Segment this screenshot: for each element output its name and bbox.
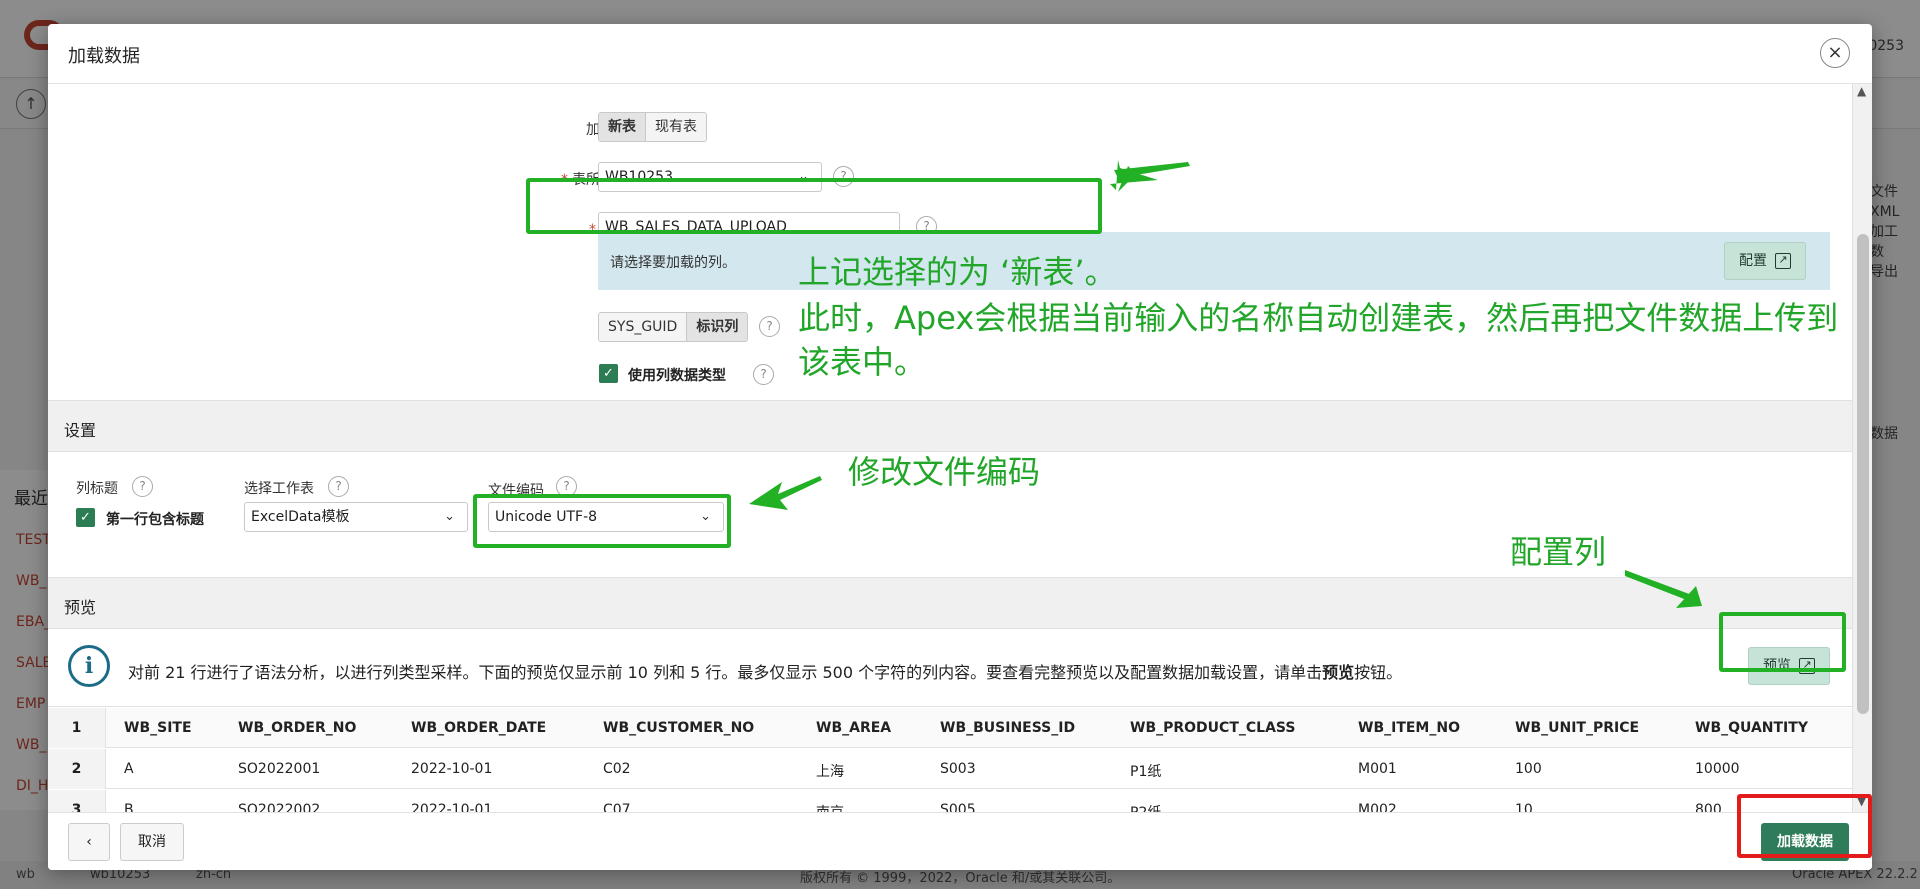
info-icon: i xyxy=(68,645,110,687)
annotation-encoding: 修改文件编码 xyxy=(848,453,1041,491)
configure-button[interactable]: 配置 ↗ xyxy=(1724,242,1806,280)
row-number: 2 xyxy=(48,749,106,789)
external-link-icon: ↗ xyxy=(1775,253,1791,269)
columns-info-bar: 请选择要加载的列。 配置 ↗ xyxy=(598,232,1830,290)
table-header-row: 1 WB_SITE WB_ORDER_NO WB_ORDER_DATE WB_CUSTO… xyxy=(48,708,1852,748)
row-number: 1 xyxy=(48,708,106,748)
use-column-types-checkbox[interactable]: ✓ xyxy=(599,364,618,383)
settings-section-header: 设置 xyxy=(48,400,1852,452)
table-cell: M002 xyxy=(1358,802,1397,812)
table-header-cell: WB_CUSTOMER_NO xyxy=(603,720,755,736)
table-header-cell: WB_SITE xyxy=(124,720,192,736)
table-cell: 南京 xyxy=(816,802,844,812)
help-icon[interactable]: ? xyxy=(753,364,774,385)
close-icon[interactable]: × xyxy=(1820,38,1850,68)
dialog-title: 加载数据 xyxy=(68,46,140,67)
help-icon[interactable]: ? xyxy=(328,476,349,497)
table-cell: 上海 xyxy=(816,764,844,780)
help-icon[interactable]: ? xyxy=(132,476,153,497)
load-to-new-table[interactable]: 新表 xyxy=(599,113,646,141)
use-column-types-label: 使用列数据类型 xyxy=(628,368,726,384)
annotation-new-table-1: 上记选择的为 ‘新表’。 xyxy=(798,253,1117,291)
annotation-new-table-2: 此时，Apex会根据当前输入的名称自动创建表，然后再把文件数据上传到 xyxy=(798,299,1839,337)
table-cell: P2纸 xyxy=(1130,802,1161,812)
table-cell: B xyxy=(124,802,134,812)
table-cell: S005 xyxy=(940,802,976,812)
table-cell: 800 xyxy=(1695,802,1722,812)
table-cell: 10 xyxy=(1515,802,1533,812)
dialog-footer: ‹ 取消 加载数据 xyxy=(48,812,1872,870)
highlight-preview-button xyxy=(1719,612,1846,672)
chevron-down-icon: ⌄ xyxy=(444,509,455,524)
table-cell: SO2022002 xyxy=(238,802,321,812)
table-header-cell: WB_AREA xyxy=(816,720,892,736)
annotation-config-columns: 配置列 xyxy=(1510,533,1607,571)
table-cell: M001 xyxy=(1358,761,1397,777)
primary-key-toggle: SYS_GUID 标识列 xyxy=(598,312,749,342)
row-number: 3 xyxy=(48,790,106,812)
table-header-cell: WB_PRODUCT_CLASS xyxy=(1130,720,1296,736)
dialog-header: 加载数据 × xyxy=(48,24,1872,84)
help-icon[interactable]: ? xyxy=(759,316,780,337)
table-cell: 2022-10-01 xyxy=(411,802,493,812)
highlight-encoding xyxy=(473,494,731,548)
table-cell: 10000 xyxy=(1695,761,1740,777)
table-header-cell: WB_ORDER_NO xyxy=(238,720,357,736)
pk-identity-column[interactable]: 标识列 xyxy=(686,313,748,341)
load-data-dialog: 加载数据 × 加载到 新表 现有表 *表所有者 WB10253 ⌄ ? *表名 … xyxy=(48,24,1872,870)
back-button[interactable]: ‹ xyxy=(68,823,110,861)
scroll-up-icon[interactable]: ▲ xyxy=(1857,84,1866,98)
table-cell: S003 xyxy=(940,761,976,777)
table-cell: SO2022001 xyxy=(238,761,321,777)
columns-info-text: 请选择要加载的列。 xyxy=(610,255,736,271)
scroll-thumb[interactable] xyxy=(1857,234,1869,714)
table-cell: 2022-10-01 xyxy=(411,761,493,777)
preview-message-text: 对前 21 行进行了语法分析，以进行列类型采样。下面的预览仅显示前 10 列和 … xyxy=(128,663,1403,682)
pk-sys-guid[interactable]: SYS_GUID xyxy=(599,313,687,341)
table-cell: P1纸 xyxy=(1130,764,1162,780)
load-to-toggle: 新表 现有表 xyxy=(598,112,707,142)
dialog-scrollbar[interactable]: ▲ ▼ xyxy=(1852,84,1872,812)
table-header-cell: WB_QUANTITY xyxy=(1695,720,1808,736)
highlight-load-button xyxy=(1737,794,1872,858)
first-row-header-label: 第一行包含标题 xyxy=(106,512,204,528)
first-row-header-checkbox[interactable]: ✓ xyxy=(76,508,95,527)
column-header-label: 列标题 xyxy=(76,481,118,497)
table-header-cell: WB_BUSINESS_ID xyxy=(940,720,1076,736)
cancel-button[interactable]: 取消 xyxy=(120,823,184,861)
worksheet-select[interactable]: ExcelData模板 ⌄ xyxy=(244,502,468,532)
table-cell: C07 xyxy=(603,802,631,812)
worksheet-label: 选择工作表 xyxy=(244,481,314,497)
table-row: 2 A SO2022001 2022-10-01 C02 上海 S003 P1纸 M001 100… xyxy=(48,749,1852,789)
table-cell: C02 xyxy=(603,761,631,777)
annotation-new-table-3: 该表中。 xyxy=(798,343,927,381)
preview-message: i 对前 21 行进行了语法分析，以进行列类型采样。下面的预览仅显示前 10 列… xyxy=(48,629,1852,707)
load-to-existing-table[interactable]: 现有表 xyxy=(646,113,706,141)
table-row: 3 B SO2022002 2022-10-01 C07 南京 S005 P2纸 M002 10 8… xyxy=(48,790,1852,812)
preview-section-header: 预览 xyxy=(48,577,1852,629)
table-header-cell: WB_ORDER_DATE xyxy=(411,720,547,736)
table-header-cell: WB_UNIT_PRICE xyxy=(1515,720,1640,736)
table-header-cell: WB_ITEM_NO xyxy=(1358,720,1460,736)
table-cell: A xyxy=(124,761,134,777)
table-cell: 100 xyxy=(1515,761,1542,777)
highlight-table-name xyxy=(526,178,1102,234)
